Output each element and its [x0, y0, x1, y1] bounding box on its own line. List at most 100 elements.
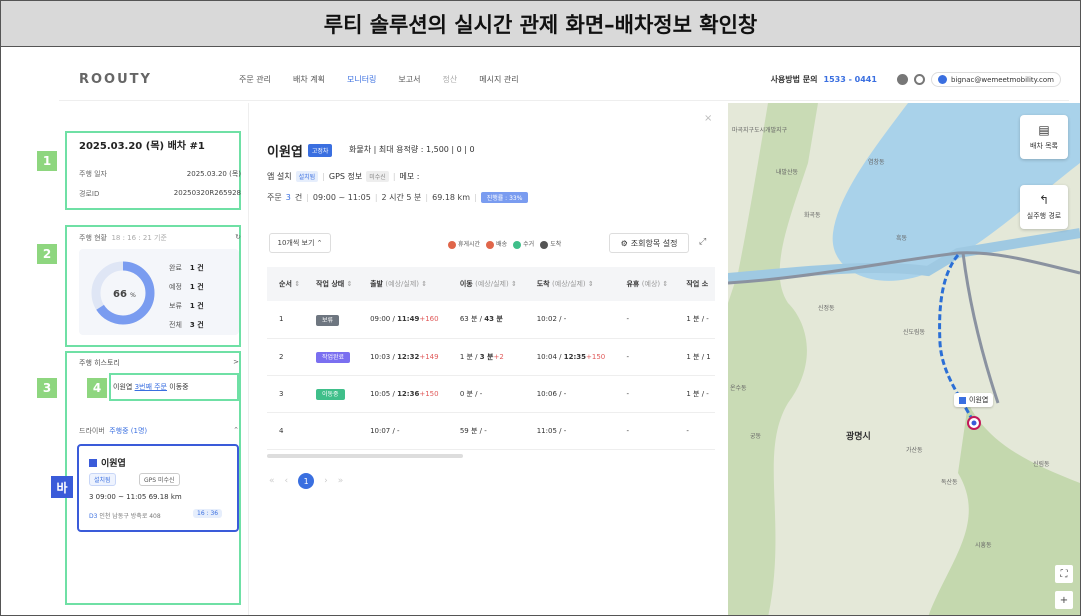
order-label: 주문	[267, 193, 282, 202]
arrival-icon	[540, 240, 549, 249]
marker-label: 이원엽	[969, 396, 989, 404]
header-right: 사용방법 문의 1533 - 0441 bignac@wemeetmobilit…	[771, 72, 1069, 87]
col-departure[interactable]: 출발 (예상/실제) ⇕	[358, 267, 448, 301]
stat-row-hold: 보류 1 건	[169, 301, 204, 311]
map-view[interactable]: ▤ 배차 목록 ↰ 실주행 경로 마곡지구도시개발지구 염창동 내발산동 화곡동 신…	[728, 103, 1080, 615]
gear-icon[interactable]	[913, 74, 925, 85]
chevron-right-icon[interactable]: >	[233, 358, 239, 368]
col-move[interactable]: 이동 (예상/실제) ⇕	[447, 267, 525, 301]
user-account-button[interactable]: bignac@wemeetmobility.com	[930, 72, 1061, 87]
horizontal-scrollbar[interactable]	[267, 454, 463, 458]
gps-value-chip: 미수신	[366, 171, 389, 182]
nav-plan[interactable]: 배차 계획	[293, 74, 325, 85]
stat-value: 1 건	[189, 283, 204, 291]
main-nav: 주문 관리 배차 계획 모니터링 보고서 정산 메시지 관리	[239, 74, 541, 85]
dispatch-list-button[interactable]: ▤ 배차 목록	[1020, 115, 1068, 159]
memo-label: 메모 :	[399, 172, 420, 181]
support-label: 사용방법 문의	[770, 75, 818, 84]
map-city-label: 광명시	[846, 432, 871, 442]
col-work[interactable]: 작업 소	[674, 267, 715, 301]
cell-departure: 10:03 / 12:32+149	[358, 338, 448, 376]
cell-move: 0 분 / -	[447, 375, 525, 413]
order-count: 3	[285, 193, 291, 202]
history-order-link[interactable]: 3번째 주문	[135, 383, 167, 391]
gps-label: GPS 정보	[328, 172, 363, 181]
history-status: 이동중	[169, 383, 189, 391]
expand-icon[interactable]: ⤢	[699, 237, 706, 247]
route-icon: ↰	[1038, 193, 1050, 207]
map-place-label: 염창동	[868, 159, 885, 166]
driver-map-marker[interactable]: 이원엽	[954, 393, 994, 407]
last-page-button[interactable]: »	[338, 476, 344, 486]
first-page-button[interactable]: «	[269, 476, 275, 486]
cell-work: 1 분 / -	[674, 375, 715, 413]
col-idle[interactable]: 유휴 (예상) ⇕	[614, 267, 675, 301]
dispatch-date-label: 주행 일자	[79, 170, 107, 178]
page-size-select[interactable]: 10개씩 보기 ⌃	[269, 233, 331, 253]
column-setting-button[interactable]: ⚙ 조회항목 설정	[609, 233, 689, 253]
prev-page-button[interactable]: ‹	[285, 476, 289, 486]
table-row[interactable]: 2 작업완료 10:03 / 12:32+149 1 분 / 3 분+2 10:04 /…	[267, 338, 715, 376]
nav-message[interactable]: 메시지 관리	[479, 74, 518, 85]
actual-route-button[interactable]: ↰ 실주행 경로	[1020, 185, 1068, 229]
progress-donut: 66 %	[91, 261, 155, 325]
table-row[interactable]: 3 이동중 10:05 / 12:36+150 0 분 / -10:06 / --1 …	[267, 375, 715, 413]
stat-label: 완료	[169, 264, 182, 272]
col-arrival[interactable]: 도착 (예상/실제) ⇕	[524, 267, 615, 301]
history-title: 주행 히스토리	[79, 359, 120, 367]
zoom-in-button[interactable]: +	[1055, 591, 1073, 609]
refresh-icon[interactable]: ↻	[235, 233, 241, 243]
cell-move: 1 분 / 3 분+2	[447, 338, 525, 376]
stat-row-done: 완료 1 건	[169, 263, 204, 273]
order-summary: 주문 3 건 | 09:00 ~ 11:05 | 2 시간 5 분 | 69.1…	[267, 192, 529, 203]
fullscreen-button[interactable]: ⛶	[1055, 565, 1073, 583]
status-header: 주행 현황 18 : 16 : 21 기준 ↻	[79, 233, 241, 243]
driver-address: D3 인천 남동구 방축로 408	[89, 511, 161, 520]
gear-icon: ⚙	[620, 238, 628, 248]
cell-seq: 3	[267, 375, 304, 413]
history-header[interactable]: 주행 히스토리 >	[79, 358, 239, 368]
nav-settlement[interactable]: 정산	[443, 74, 458, 85]
cell-work: 1 분 / -	[674, 301, 715, 339]
stat-label: 전체	[169, 321, 182, 329]
status-badge: 보류	[316, 314, 340, 326]
next-page-button[interactable]: ›	[324, 476, 328, 486]
cell-seq: 2	[267, 338, 304, 376]
user-icon	[937, 75, 947, 84]
logo[interactable]: ROOUTY	[59, 72, 239, 87]
nav-report[interactable]: 보고서	[398, 74, 420, 85]
dispatch-list-label: 배차 목록	[1030, 142, 1058, 150]
screenshot-frame: 루티 솔루션의 실시간 관제 화면–배차정보 확인창 ROOUTY 주문 관리 …	[0, 0, 1081, 616]
dispatch-id-row: 경로ID 20250320R265928	[79, 189, 241, 199]
nav-monitoring[interactable]: 모니터링	[347, 74, 376, 85]
close-icon[interactable]: ×	[704, 113, 712, 124]
dispatch-title: 2025.03.20 (목) 배차 #1	[79, 141, 205, 152]
table-row[interactable]: 4 10:07 / -59 분 / -11:05 / ---	[267, 412, 715, 450]
map-graphics	[728, 103, 1080, 615]
app-label: 앱 설치	[267, 172, 292, 181]
cell-idle: -	[614, 375, 675, 413]
help-icon[interactable]	[896, 74, 908, 85]
map-place-label: 온수동	[730, 385, 747, 392]
current-page[interactable]: 1	[298, 473, 315, 489]
progress-chip: 진행률 : 33%	[480, 192, 529, 203]
dispatch-date-row: 주행 일자 2025.03.20 (목)	[79, 169, 241, 179]
cell-move: 63 분 / 43 분	[447, 301, 525, 339]
map-place-label: 신도림동	[903, 329, 926, 336]
detail-driver-title: 이원엽 고정차	[267, 141, 333, 160]
cell-departure: 09:00 / 11:49+160	[358, 301, 448, 339]
nav-order[interactable]: 주문 관리	[239, 74, 271, 85]
driver-filter-select[interactable]: 주행중 (1명)	[109, 427, 147, 435]
annotation-badge-4: 4	[87, 378, 107, 398]
distance: 69.18 km	[432, 193, 470, 202]
dispatch-id-value: 20250320R265928	[173, 189, 241, 197]
collapse-icon[interactable]: ⌃	[233, 426, 239, 436]
col-seq[interactable]: 순서 ⇕	[267, 267, 304, 301]
stat-row-total: 전체 3 건	[169, 320, 204, 330]
map-place-label: 마곡지구도시개발지구	[732, 127, 788, 134]
table-row[interactable]: 1 보류 09:00 / 11:49+160 63 분 / 43 분 10:02 / -…	[267, 301, 715, 339]
col-status[interactable]: 작업 상태 ⇕	[304, 267, 359, 301]
donut-percent: 66	[113, 289, 127, 300]
cell-departure: 10:07 / -	[358, 412, 448, 450]
history-entry: 이원엽 3번째 주문 이동중	[113, 382, 189, 392]
